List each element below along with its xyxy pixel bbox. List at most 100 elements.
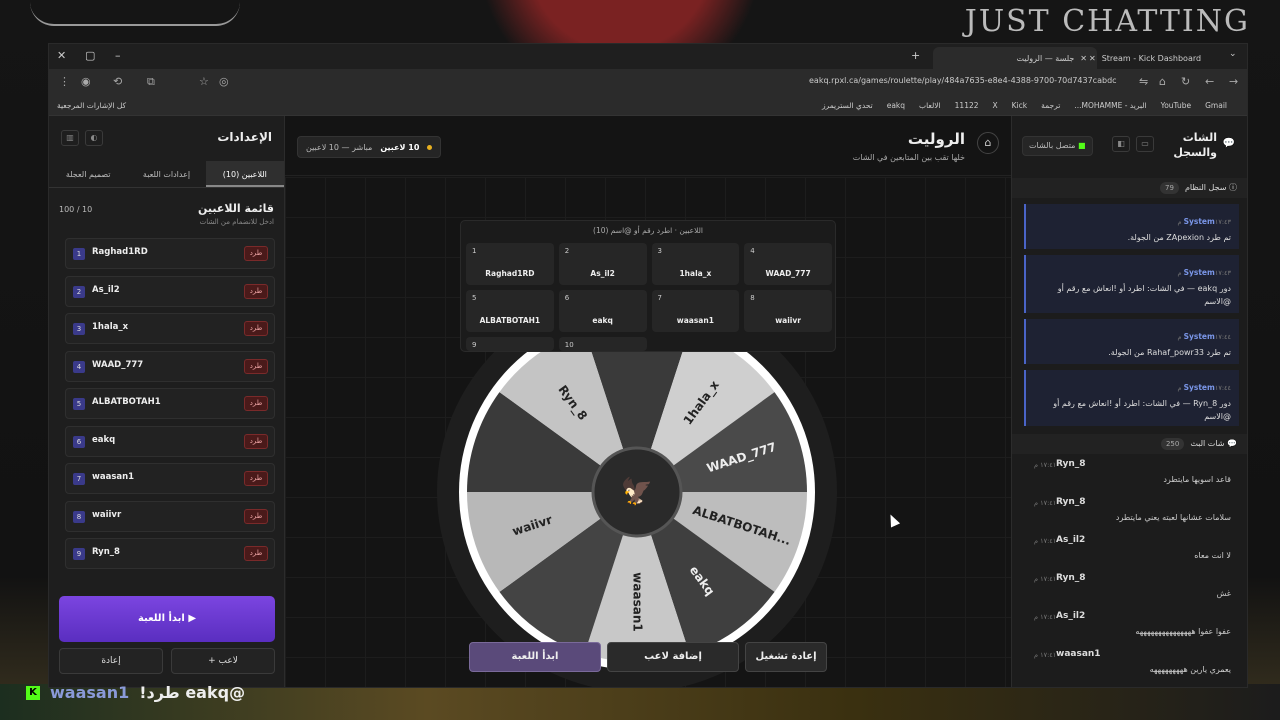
all-bookmarks[interactable]: كل الإشارات المرجعية — [57, 101, 126, 110]
chat-username[interactable]: Ryn_8 — [1056, 459, 1086, 469]
bookmark-item[interactable]: X — [993, 101, 998, 110]
settings-panel: الإعدادات ▥ ◐ اللاعبين (10) إعدادات اللع… — [49, 116, 285, 687]
live-chat-count: 250 — [1160, 438, 1185, 450]
roulette-header: ⌂ الروليت خلها تقب بين المتابعين في الشا… — [285, 116, 1011, 176]
system-sender: System — [1183, 268, 1215, 277]
bookmark-item[interactable]: البريد - MOHAMME... — [1074, 101, 1146, 110]
player-cell[interactable]: 9 — [466, 337, 554, 351]
close-window-icon[interactable]: ✕ — [57, 49, 66, 62]
reload-icon[interactable]: ↻ — [1181, 75, 1190, 88]
player-cell-number: 3 — [657, 247, 662, 255]
player-list-title: قائمة اللاعبين — [198, 202, 274, 215]
puzzle-icon[interactable]: ⧉ — [147, 75, 155, 89]
system-message: System١٧:٤٣ م دور eakq — في الشات: اطرد أ… — [1024, 255, 1239, 313]
restore-window-icon[interactable]: ▢ — [85, 49, 95, 62]
home-icon[interactable]: ⌂ — [977, 132, 999, 154]
bookmark-item[interactable]: تحدي الستريمرز — [822, 101, 873, 110]
player-cell[interactable]: 5 ALBATBOTAH1 — [466, 290, 554, 332]
profile-icon[interactable]: ◉ — [81, 75, 91, 88]
player-cell-number: 2 — [564, 247, 570, 255]
chat-time: ١٧:٤١ م — [1034, 651, 1057, 659]
kick-player-button[interactable]: طرد — [244, 508, 268, 524]
bookmark-item[interactable]: YouTube — [1161, 101, 1192, 110]
kick-icon: ■ — [1078, 141, 1086, 150]
chat-username[interactable]: As_il2 — [1056, 611, 1085, 621]
player-cell[interactable]: 2 As_il2 — [558, 243, 647, 285]
kick-player-button[interactable]: طرد — [244, 358, 268, 374]
player-cell-number: 4 — [750, 247, 755, 255]
toggle-icon[interactable]: ◧ — [1112, 136, 1130, 152]
bookmark-item[interactable]: 11122 — [955, 101, 979, 110]
chat-username[interactable]: Ryn_8 — [1056, 497, 1086, 507]
reset-button[interactable]: إعادة — [59, 648, 163, 674]
kick-player-button[interactable]: طرد — [244, 471, 268, 486]
kick-player-button[interactable]: طرد — [244, 546, 268, 561]
bookmark-item[interactable]: الالعاب — [919, 101, 941, 110]
minimize-window-icon[interactable]: – — [115, 49, 121, 62]
player-cell-name: As_il2 — [590, 269, 615, 278]
kick-player-button[interactable]: طرد — [244, 321, 268, 336]
popout-icon[interactable]: ▭ — [1136, 136, 1154, 152]
player-cell[interactable]: 3 1hala_x — [651, 243, 740, 285]
alert-text: @eakq طرد! — [139, 683, 246, 702]
player-cell[interactable]: 7 waasan1 — [651, 290, 740, 332]
chat-time: ١٧:٤١ م — [1034, 499, 1057, 507]
chat-username[interactable]: As_il2 — [1056, 535, 1085, 545]
system-log-title: سجل النظام — [1184, 183, 1227, 192]
bookmark-item[interactable]: Gmail — [1205, 101, 1227, 110]
player-cell[interactable]: 6 eakq — [558, 290, 647, 332]
view-icon[interactable]: ◎ — [219, 75, 229, 88]
home-icon[interactable]: ⌂ — [1159, 75, 1166, 88]
star-icon[interactable]: ☆ — [199, 75, 209, 88]
system-message: System١٧:٤٤ م دور Ryn_8 — في الشات: اطرد … — [1024, 370, 1239, 426]
player-row: 9 Ryn_8 طرد — [65, 538, 275, 569]
player-cell[interactable]: 8 waiivr — [744, 290, 832, 332]
bookmark-item[interactable]: ترجمة — [1041, 101, 1060, 110]
player-cell[interactable]: 1 Raghad1RD — [466, 243, 554, 285]
kick-player-button[interactable]: طرد — [244, 283, 268, 299]
add-player-button[interactable]: + لاعب — [171, 648, 275, 674]
bookmark-item[interactable]: Kick — [1012, 101, 1027, 110]
restart-button[interactable]: إعادة تشغيل — [745, 642, 827, 672]
menu-icon[interactable]: ⋮ — [59, 75, 70, 88]
bookmark-item[interactable]: eakq — [887, 101, 905, 110]
back-icon[interactable]: ← — [1205, 75, 1214, 88]
site-settings-icon[interactable]: ⇋ — [1139, 75, 1148, 88]
player-name: Ryn_8 — [92, 547, 120, 557]
connection-label: متصل بالشات — [1029, 141, 1076, 150]
tab-kick-dashboard[interactable]: ✕ Stream - Kick Dashboard — [1079, 47, 1214, 69]
player-name: waiivr — [92, 509, 122, 520]
kick-player-button[interactable]: طرد — [244, 433, 268, 449]
player-number: 4 — [73, 360, 85, 373]
chat-time: ١٧:٤١ م — [1034, 613, 1057, 621]
player-cell[interactable]: 4 WAAD_777 — [744, 243, 832, 285]
chat-username[interactable]: waasan1 — [1056, 649, 1101, 659]
new-tab-icon[interactable]: + — [911, 49, 920, 62]
tab-game-settings[interactable]: إعدادات اللعبة — [127, 161, 205, 187]
tab-roulette-session[interactable]: ✕ جلسة — الروليت — [933, 47, 1097, 69]
extension-icon[interactable]: ⟲ — [113, 75, 122, 88]
tab-search-icon[interactable]: ⌄ — [1229, 49, 1237, 59]
roulette-wheel[interactable]: 1hala_xWAAD_777ALBATBOTAH...eakqwaasan1w… — [457, 312, 817, 672]
player-name: 1hala_x — [92, 322, 129, 332]
kick-player-button[interactable]: طرد — [244, 246, 268, 261]
tab-close-icon[interactable]: ✕ — [1089, 54, 1096, 63]
player-cell[interactable]: 10 — [558, 337, 647, 351]
chat-username[interactable]: Ryn_8 — [1056, 573, 1086, 583]
tab-wheel-design[interactable]: تصميم العجلة — [49, 161, 127, 187]
theme-icon[interactable]: ◐ — [85, 130, 103, 146]
forward-icon[interactable]: → — [1229, 75, 1238, 88]
kick-player-button[interactable]: طرد — [244, 396, 268, 411]
page-subtitle: خلها تقب بين المتابعين في الشات — [852, 153, 965, 162]
stream-category-title: JUST CHATTING — [964, 4, 1250, 39]
player-number: 1 — [73, 248, 85, 260]
layout-icon[interactable]: ▥ — [61, 130, 79, 146]
tab-players[interactable]: اللاعبين (10) — [205, 161, 284, 187]
player-cell-number: 5 — [472, 294, 477, 302]
start-game-button[interactable]: ابدأ اللعبة ▶ — [59, 596, 275, 642]
player-row: 6 eakq طرد — [65, 425, 275, 457]
add-player-button[interactable]: إضافة لاعب — [607, 642, 739, 672]
url-field[interactable]: eakq.rpxl.ca/games/roulette/play/484a763… — [809, 76, 1117, 85]
start-game-button[interactable]: ابدأ اللعبة — [469, 642, 601, 672]
wheel-label: waasan1 — [631, 572, 645, 631]
